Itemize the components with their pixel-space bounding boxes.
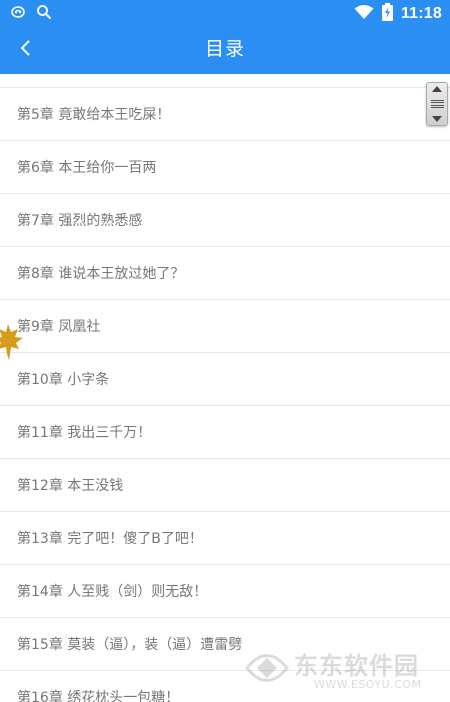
- chapter-title: 第10章 小字条: [17, 372, 110, 388]
- watermark: 东东软件园 WWW.ESOYU.COM: [242, 640, 442, 698]
- chapter-list-container[interactable]: 第5章 竟敢给本王吃屎！ 第6章 本王给你一百两 第7章 强烈的熟悉感 第8章 …: [0, 74, 450, 702]
- search-icon: [36, 4, 52, 24]
- chapter-title: 第14章 人至贱（剑）则无敌！: [17, 584, 208, 600]
- chapter-item[interactable]: 第10章 小字条: [0, 352, 450, 405]
- chapter-title: 第5章 竟敢给本王吃屎！: [17, 107, 171, 123]
- chapter-title: 第12章 本王没钱: [17, 478, 124, 494]
- chapter-item[interactable]: 第7章 强烈的熟悉感: [0, 193, 450, 246]
- grip-icon[interactable]: [430, 99, 444, 109]
- chapter-title: 第13章 完了吧！傻了B了吧！: [17, 531, 203, 547]
- chapter-item[interactable]: 第6章 本王给你一百两: [0, 140, 450, 193]
- chapter-item[interactable]: 第13章 完了吧！傻了B了吧！: [0, 511, 450, 564]
- chapter-item[interactable]: 第11章 我出三千万！: [0, 405, 450, 458]
- chapter-item[interactable]: 第12章 本王没钱: [0, 458, 450, 511]
- status-time: 11:18: [400, 5, 442, 22]
- scroll-control[interactable]: [426, 82, 448, 126]
- maple-leaf-icon: [0, 322, 24, 360]
- app-header: 11:18 目录: [0, 0, 450, 74]
- chapter-item[interactable]: 第8章 谁说本王放过她了？: [0, 246, 450, 299]
- chapter-title: 第11章 我出三千万！: [17, 425, 152, 441]
- watermark-url: WWW.ESOYU.COM: [314, 678, 422, 691]
- chapter-title: 第8章 谁说本王放过她了？: [17, 266, 185, 282]
- nav-bar: 目录: [0, 26, 450, 74]
- chapter-title: 第15章 莫装（逼），装（逼）遭雷劈: [17, 637, 243, 653]
- wifi-icon: [354, 4, 374, 24]
- chapter-title: 第7章 强烈的熟悉感: [17, 213, 143, 229]
- status-bar: 11:18: [0, 0, 450, 26]
- watermark-text: 东东软件园: [294, 652, 419, 680]
- watermark-logo-icon: [245, 654, 289, 682]
- battery-charging-icon: [381, 3, 393, 25]
- chapter-item[interactable]: 第14章 人至贱（剑）则无敌！: [0, 564, 450, 617]
- page-title: 目录: [204, 38, 245, 60]
- status-left-icons: [10, 4, 52, 24]
- arrow-down-icon[interactable]: [432, 116, 442, 122]
- chapter-title: 第6章 本王给你一百两: [17, 160, 157, 176]
- chapter-item[interactable]: 第9章 凤凰社: [0, 299, 450, 352]
- chapter-item[interactable]: 第5章 竟敢给本王吃屎！: [0, 87, 450, 140]
- chapter-list: 第5章 竟敢给本王吃屎！ 第6章 本王给你一百两 第7章 强烈的熟悉感 第8章 …: [0, 87, 450, 702]
- chapter-title: 第16章 绣花枕头一包糖！: [17, 690, 180, 702]
- notification-icon: [10, 4, 26, 24]
- status-right-icons: 11:18: [354, 3, 442, 25]
- chapter-title: 第9章 凤凰社: [17, 319, 101, 335]
- arrow-up-icon[interactable]: [432, 86, 442, 92]
